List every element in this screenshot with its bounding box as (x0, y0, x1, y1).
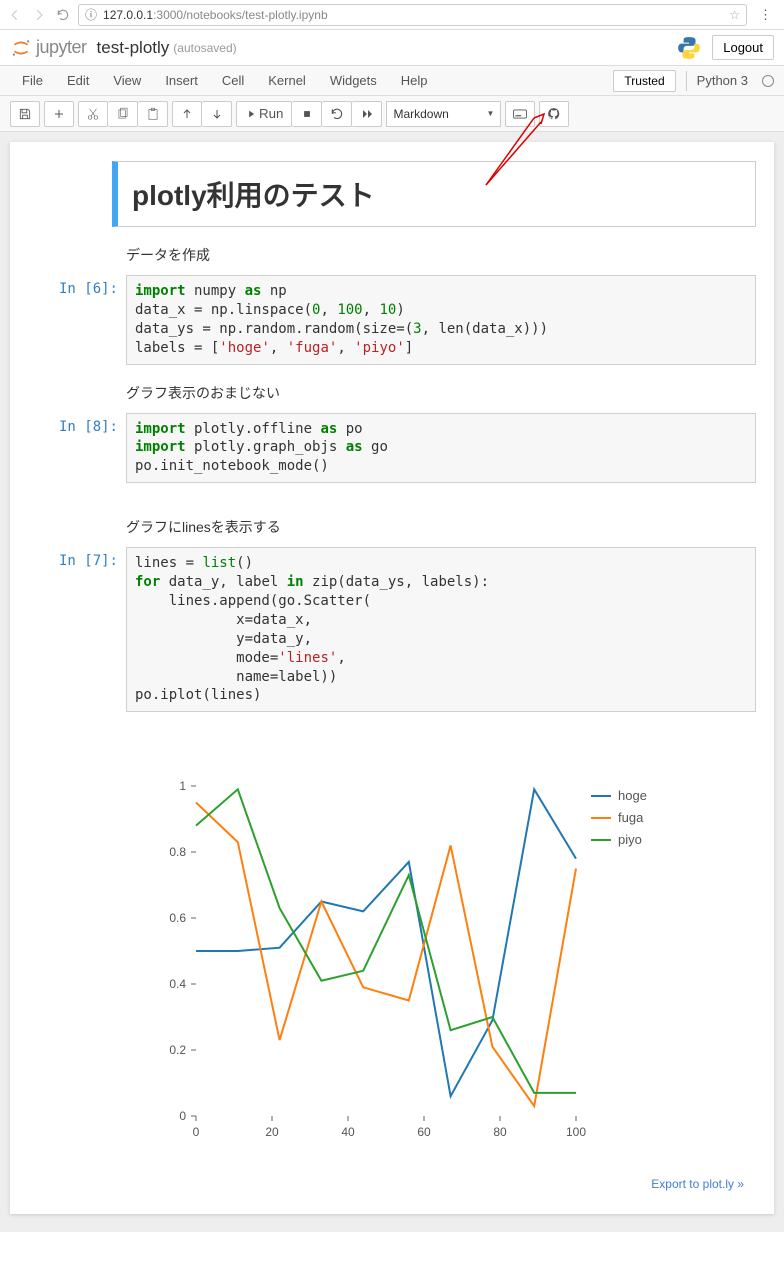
markdown-cell[interactable]: データを作成 (126, 231, 764, 271)
svg-text:60: 60 (417, 1125, 431, 1139)
notebook-background: plotly利用のテスト データを作成 In [6]: import numpy… (0, 132, 784, 1232)
cell-type-select[interactable]: Markdown (386, 101, 501, 127)
svg-text:80: 80 (493, 1125, 507, 1139)
interrupt-button[interactable] (292, 101, 322, 127)
paste-button[interactable] (138, 101, 168, 127)
svg-text:0.8: 0.8 (169, 845, 186, 859)
jupyter-header: jupyter test-plotly (autosaved) Logout (0, 30, 784, 66)
input-prompt: In [6]: (20, 275, 126, 365)
menu-edit[interactable]: Edit (55, 73, 101, 88)
svg-text:0.4: 0.4 (169, 977, 186, 991)
svg-text:piyo: piyo (618, 832, 642, 847)
code-cell[interactable]: In [6]: import numpy as np data_x = np.l… (20, 275, 764, 365)
svg-text:40: 40 (341, 1125, 355, 1139)
cell-type-value: Markdown (393, 107, 448, 121)
url-host: 127.0.0.1 (103, 8, 153, 22)
markdown-cell[interactable]: グラフにlinesを表示する (126, 487, 764, 543)
export-plotly-link[interactable]: Export to plot.ly » (126, 1159, 764, 1199)
code-input[interactable]: lines = list() for data_y, label in zip(… (126, 547, 756, 712)
notebook-name[interactable]: test-plotly (97, 38, 170, 58)
menu-file[interactable]: File (10, 73, 55, 88)
svg-text:20: 20 (265, 1125, 279, 1139)
svg-text:hoge: hoge (618, 788, 647, 803)
command-palette-button[interactable] (505, 101, 535, 127)
code-cell[interactable]: In [7]: lines = list() for data_y, label… (20, 547, 764, 712)
jupyter-logo-icon (10, 37, 32, 59)
toolbar: Run Markdown (0, 96, 784, 132)
line-chart: 0 0.2 0.4 0.6 0.8 1 0 20 40 60 80 100 hoge fuga piyo (126, 776, 686, 1156)
svg-text:0: 0 (193, 1125, 200, 1139)
menu-help[interactable]: Help (389, 73, 440, 88)
markdown-cell[interactable]: グラフ表示のおまじない (126, 369, 764, 409)
plotly-chart-output[interactable]: 0 0.2 0.4 0.6 0.8 1 0 20 40 60 80 100 hoge fuga piyo (126, 716, 756, 1159)
menu-cell[interactable]: Cell (210, 73, 256, 88)
svg-text:fuga: fuga (618, 810, 644, 825)
code-cell[interactable]: In [8]: import plotly.offline as po impo… (20, 413, 764, 484)
trusted-button[interactable]: Trusted (613, 70, 675, 92)
url-port: :3000 (153, 8, 183, 22)
add-cell-button[interactable] (44, 101, 74, 127)
menu-kernel[interactable]: Kernel (256, 73, 318, 88)
move-down-button[interactable] (202, 101, 232, 127)
notebook-title: plotly利用のテスト (112, 161, 756, 227)
restart-button[interactable] (322, 101, 352, 127)
run-button[interactable]: Run (236, 101, 292, 127)
logout-button[interactable]: Logout (712, 35, 774, 60)
notebook: plotly利用のテスト データを作成 In [6]: import numpy… (10, 142, 774, 1214)
svg-text:100: 100 (566, 1125, 586, 1139)
url-path: /notebooks/test-plotly.ipynb (183, 8, 328, 22)
forward-icon[interactable] (30, 6, 48, 24)
menu-insert[interactable]: Insert (153, 73, 210, 88)
separator (686, 71, 687, 91)
cut-button[interactable] (78, 101, 108, 127)
reload-icon[interactable] (54, 6, 72, 24)
browser-navigation-bar: ⓘ 127.0.0.1:3000/notebooks/test-plotly.i… (0, 0, 784, 30)
run-label: Run (259, 106, 283, 121)
menubar: File Edit View Insert Cell Kernel Widget… (0, 66, 784, 96)
code-input[interactable]: import numpy as np data_x = np.linspace(… (126, 275, 756, 365)
menu-view[interactable]: View (101, 73, 153, 88)
jupyter-logo-text: jupyter (36, 37, 87, 58)
markdown-heading-cell[interactable]: plotly利用のテスト (20, 161, 764, 227)
github-button[interactable] (539, 101, 569, 127)
code-input[interactable]: import plotly.offline as po import plotl… (126, 413, 756, 484)
input-prompt: In [7]: (20, 547, 126, 712)
menu-widgets[interactable]: Widgets (318, 73, 389, 88)
info-icon: ⓘ (85, 6, 97, 23)
jupyter-logo[interactable]: jupyter (10, 37, 87, 59)
star-icon[interactable]: ☆ (729, 8, 740, 22)
svg-text:0.6: 0.6 (169, 911, 186, 925)
svg-text:0.2: 0.2 (169, 1043, 186, 1057)
back-icon[interactable] (6, 6, 24, 24)
move-up-button[interactable] (172, 101, 202, 127)
save-button[interactable] (10, 101, 40, 127)
kernel-status-icon (762, 75, 774, 87)
svg-text:1: 1 (179, 779, 186, 793)
input-prompt: In [8]: (20, 413, 126, 484)
copy-button[interactable] (108, 101, 138, 127)
menu-dots-icon[interactable]: ⋮ (753, 7, 778, 23)
svg-text:0: 0 (179, 1109, 186, 1123)
kernel-name[interactable]: Python 3 (697, 73, 748, 88)
run-all-button[interactable] (352, 101, 382, 127)
url-bar[interactable]: ⓘ 127.0.0.1:3000/notebooks/test-plotly.i… (78, 4, 747, 26)
autosave-status: (autosaved) (173, 41, 236, 55)
python-logo-icon (676, 35, 702, 61)
